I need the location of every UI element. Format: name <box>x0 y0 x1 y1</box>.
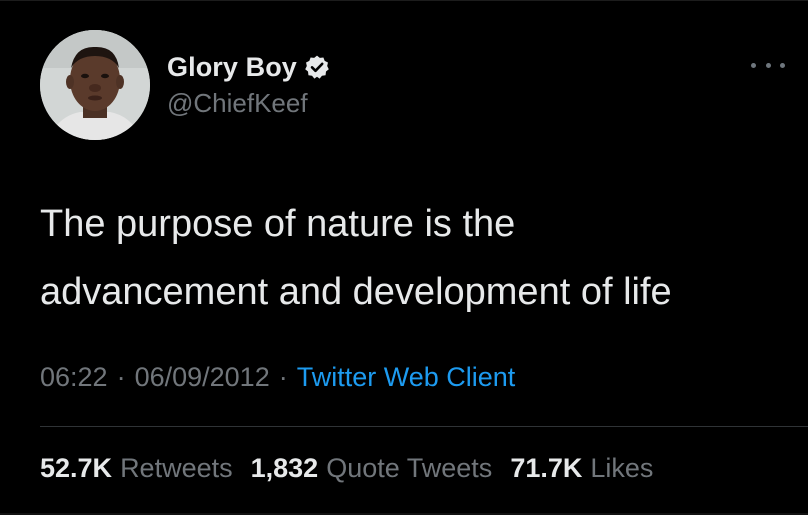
more-dot <box>751 62 756 68</box>
likes-label: Likes <box>590 453 654 483</box>
quote-tweets-stat[interactable]: 1,832 Quote Tweets <box>251 453 493 484</box>
retweets-label: Retweets <box>120 453 233 483</box>
likes-stat[interactable]: 71.7K Likes <box>510 453 653 484</box>
likes-count: 71.7K <box>510 453 583 483</box>
tweet-text-line: advancement and development of life <box>40 271 672 313</box>
stats-divider <box>40 426 808 427</box>
more-dot <box>780 62 785 68</box>
retweets-count: 52.7K <box>40 453 113 483</box>
tweet-stats: 52.7K Retweets 1,832 Quote Tweets 71.7K … <box>40 453 671 484</box>
tweet-date[interactable]: 06/09/2012 <box>135 362 270 393</box>
more-options-icon[interactable] <box>748 58 788 72</box>
avatar-portrait-image <box>40 30 150 140</box>
quote-tweets-label: Quote Tweets <box>326 453 493 483</box>
display-name[interactable]: Glory Boy <box>167 52 297 83</box>
user-handle[interactable]: @ChiefKeef <box>167 88 308 119</box>
tweet-text: The purpose of nature is the advancement… <box>40 190 790 326</box>
quote-tweets-count: 1,832 <box>250 453 319 483</box>
meta-separator: · <box>116 362 126 392</box>
display-name-row[interactable]: Glory Boy <box>167 50 330 84</box>
tweet-time[interactable]: 06:22 <box>40 362 108 393</box>
tweet-meta: 06:22 · 06/09/2012 · Twitter Web Client <box>40 362 515 393</box>
tweet-client-link[interactable]: Twitter Web Client <box>297 362 516 393</box>
top-border <box>0 0 808 1</box>
more-dot <box>765 62 771 68</box>
avatar[interactable] <box>40 30 150 140</box>
verified-badge-icon <box>304 54 330 80</box>
tweet-text-line: The purpose of nature is the <box>40 203 516 245</box>
retweets-stat[interactable]: 52.7K Retweets <box>40 453 233 484</box>
meta-separator: · <box>278 362 288 392</box>
